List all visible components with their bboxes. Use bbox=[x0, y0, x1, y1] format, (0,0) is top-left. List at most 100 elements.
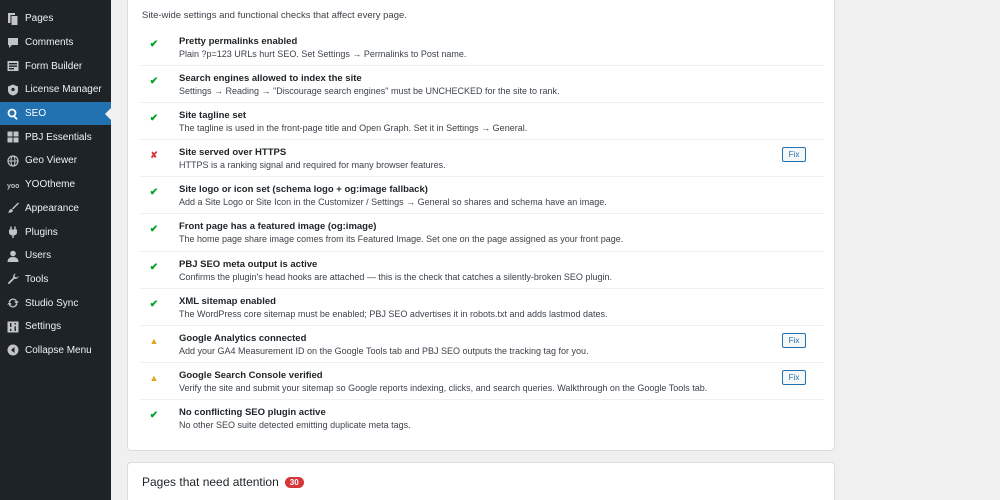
check-pass-icon: ✔ bbox=[149, 76, 159, 88]
check-title: Google Search Console verified bbox=[179, 369, 323, 381]
check-description: The home page share image comes from its… bbox=[179, 234, 624, 245]
fix-button[interactable]: Fix bbox=[782, 147, 806, 163]
check-title: No conflicting SEO plugin active bbox=[179, 406, 326, 418]
check-description: Add your GA4 Measurement ID on the Googl… bbox=[179, 345, 589, 356]
sidebar-item-label: Pages bbox=[25, 13, 54, 25]
license-icon bbox=[6, 83, 20, 97]
sidebar-item-comments[interactable]: Comments bbox=[0, 31, 111, 55]
check-pass-icon: ✔ bbox=[149, 261, 159, 273]
search-icon bbox=[6, 107, 20, 121]
sidebar-item-form-builder[interactable]: Form Builder bbox=[0, 54, 111, 78]
sidebar-item-label: Comments bbox=[25, 37, 74, 49]
attention-card: Pages that need attention 30 bbox=[127, 462, 835, 500]
plugin-icon bbox=[6, 225, 20, 239]
check-row: ✔ XML sitemap enabled The WordPress core s… bbox=[140, 289, 824, 326]
svg-text:yoo: yoo bbox=[7, 183, 19, 190]
attention-title-text: Pages that need attention bbox=[142, 475, 279, 489]
check-title: XML sitemap enabled bbox=[179, 295, 276, 307]
check-row: ✔ Site tagline set The tagline is used in … bbox=[140, 103, 824, 141]
check-title: Search engines allowed to index the site bbox=[179, 73, 362, 85]
sidebar-item-users[interactable]: Users bbox=[0, 244, 111, 268]
sidebar-item-label: SEO bbox=[25, 108, 47, 120]
paintbrush-icon bbox=[6, 201, 20, 215]
check-row: ✔ Pretty permalinks enabled Plain ?p=123 U… bbox=[140, 29, 824, 67]
admin-menu: Pages Comments Form Builder License Manager… bbox=[0, 7, 111, 362]
sidebar-item-settings[interactable]: Settings bbox=[0, 315, 111, 339]
sidebar-item-collapse-menu[interactable]: Collapse Menu bbox=[0, 339, 111, 363]
check-row: ✔ Front page has a featured image (og:ima… bbox=[140, 214, 824, 252]
sidebar-item-yootheme[interactable]: yoo YOOtheme bbox=[0, 173, 111, 197]
sync-icon bbox=[6, 296, 20, 310]
grid-icon bbox=[6, 130, 20, 144]
globe-icon bbox=[6, 154, 20, 168]
sidebar-item-label: Tools bbox=[25, 273, 49, 285]
sidebar-item-label: License Manager bbox=[25, 84, 102, 96]
check-fail-icon: ✘ bbox=[150, 150, 158, 161]
check-pass-icon: ✔ bbox=[149, 298, 159, 310]
check-description: No other SEO suite detected emitting dup… bbox=[179, 419, 411, 430]
check-row: ▲ Google Search Console verified Verify th… bbox=[140, 363, 824, 400]
check-pass-icon: ✔ bbox=[149, 187, 159, 199]
pages-icon bbox=[6, 12, 20, 26]
sidebar-item-label: Studio Sync bbox=[25, 297, 79, 309]
check-row: ✔ Search engines allowed to index the sit… bbox=[140, 66, 824, 104]
check-title: Site logo or icon set (schema logo + og:… bbox=[179, 184, 428, 196]
attention-title: Pages that need attention 30 bbox=[142, 475, 304, 489]
wrench-icon bbox=[6, 272, 20, 286]
checks-intro: Site-wide settings and functional checks… bbox=[142, 10, 407, 21]
check-description: Confirms the plugin's head hooks are att… bbox=[179, 271, 612, 282]
check-description: Settings → Reading → "Discourage search … bbox=[179, 86, 560, 97]
fix-button[interactable]: Fix bbox=[782, 332, 806, 348]
admin-sidebar: Pages Comments Form Builder License Manager… bbox=[0, 0, 111, 500]
check-title: Front page has a featured image (og:imag… bbox=[179, 221, 377, 233]
sidebar-item-label: Appearance bbox=[25, 202, 79, 214]
check-row: ✔ No conflicting SEO plugin active No othe… bbox=[140, 400, 824, 437]
check-warning-icon: ▲ bbox=[149, 372, 159, 383]
check-row: ✔ Site logo or icon set (schema logo + og… bbox=[140, 177, 824, 215]
user-icon bbox=[6, 249, 20, 263]
check-title: Site served over HTTPS bbox=[179, 147, 287, 159]
attention-count-badge: 30 bbox=[284, 476, 304, 488]
sidebar-item-label: Plugins bbox=[25, 226, 58, 238]
check-title: PBJ SEO meta output is active bbox=[179, 258, 318, 270]
check-row: ✔ PBJ SEO meta output is active Confirms t… bbox=[140, 252, 824, 289]
check-pass-icon: ✔ bbox=[149, 409, 159, 421]
check-warning-icon: ▲ bbox=[149, 335, 159, 346]
sidebar-item-plugins[interactable]: Plugins bbox=[0, 220, 111, 244]
checks-list: ✔ Pretty permalinks enabled Plain ?p=123 U… bbox=[140, 29, 824, 437]
sidebar-item-label: Users bbox=[25, 250, 52, 262]
sidebar-item-label: Settings bbox=[25, 321, 62, 333]
comments-icon bbox=[6, 36, 20, 50]
sidebar-item-appearance[interactable]: Appearance bbox=[0, 197, 111, 221]
form-builder-icon bbox=[6, 59, 20, 73]
sidebar-item-label: Geo Viewer bbox=[25, 155, 78, 167]
check-title: Google Analytics connected bbox=[179, 332, 307, 344]
check-pass-icon: ✔ bbox=[149, 224, 159, 236]
collapse-icon bbox=[6, 343, 20, 357]
settings-icon bbox=[6, 320, 20, 334]
sidebar-item-geo-viewer[interactable]: Geo Viewer bbox=[0, 149, 111, 173]
sidebar-item-label: Collapse Menu bbox=[25, 344, 92, 356]
sidebar-item-label: PBJ Essentials bbox=[25, 131, 92, 143]
sidebar-item-seo[interactable]: SEO bbox=[0, 101, 111, 126]
check-description: The tagline is used in the front-page ti… bbox=[179, 123, 528, 134]
sidebar-item-tools[interactable]: Tools bbox=[0, 268, 111, 292]
check-pass-icon: ✔ bbox=[149, 113, 159, 125]
check-row: ▲ Google Analytics connected Add your GA4 … bbox=[140, 326, 824, 363]
sidebar-item-label: YOOtheme bbox=[25, 179, 76, 191]
fix-button[interactable]: Fix bbox=[782, 369, 806, 385]
sidebar-item-pages[interactable]: Pages bbox=[0, 7, 111, 31]
check-description: The WordPress core sitemap must be enabl… bbox=[179, 308, 608, 319]
sidebar-item-license-manager[interactable]: License Manager bbox=[0, 78, 111, 102]
check-title: Site tagline set bbox=[179, 110, 247, 122]
check-row: ✘ Site served over HTTPS HTTPS is a rankin… bbox=[140, 140, 824, 178]
check-description: Add a Site Logo or Site Icon in the Cust… bbox=[179, 197, 607, 208]
sidebar-item-studio-sync[interactable]: Studio Sync bbox=[0, 291, 111, 315]
check-title: Pretty permalinks enabled bbox=[179, 36, 298, 47]
yootheme-icon: yoo bbox=[6, 178, 20, 192]
check-pass-icon: ✔ bbox=[149, 39, 159, 50]
check-description: Verify the site and submit your sitemap … bbox=[179, 382, 708, 393]
check-description: HTTPS is a ranking signal and required f… bbox=[179, 160, 446, 171]
sidebar-item-pbj-essentials[interactable]: PBJ Essentials bbox=[0, 125, 111, 149]
check-description: Plain ?p=123 URLs hurt SEO. Set Settings… bbox=[179, 49, 467, 59]
